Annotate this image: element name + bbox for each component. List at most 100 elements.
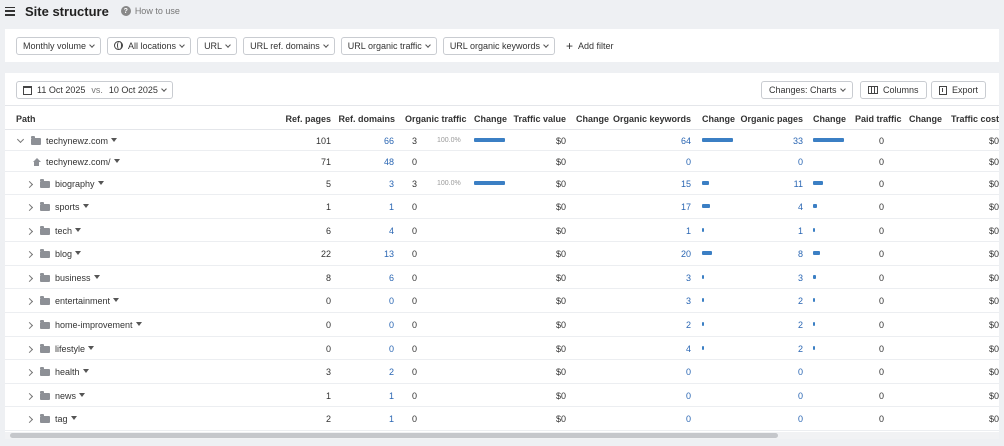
collapse-chevron-icon[interactable] (16, 135, 25, 143)
expand-chevron-icon[interactable] (25, 392, 34, 400)
path-label[interactable]: techynewz.com/ (46, 157, 111, 167)
path-cell[interactable]: home-improvement (25, 319, 142, 330)
table-row[interactable]: entertainment 0 0 0 $0 3 2 0 $0 (5, 289, 999, 313)
ref-domains-cell[interactable]: 48 (384, 157, 394, 167)
path-cell[interactable]: tech (25, 225, 82, 236)
path-label[interactable]: techynewz.com (46, 136, 108, 146)
add-filter-button[interactable]: + Add filter (566, 40, 614, 52)
table-row[interactable]: blog 22 13 0 $0 20 8 0 $0 (5, 242, 999, 266)
path-label[interactable]: blog (55, 249, 72, 259)
ref-domains-cell[interactable]: 1 (389, 414, 394, 424)
columns-button[interactable]: Columns (860, 81, 927, 99)
table-row[interactable]: health 3 2 0 $0 0 0 0 $0 (5, 360, 999, 384)
path-label[interactable]: business (55, 273, 91, 283)
organic-keywords-cell[interactable]: 0 (686, 414, 691, 424)
expand-chevron-icon[interactable] (25, 297, 34, 305)
path-menu-caret-icon[interactable] (111, 138, 118, 142)
path-menu-caret-icon[interactable] (113, 159, 120, 163)
organic-keywords-cell[interactable]: 0 (686, 157, 691, 167)
path-label[interactable]: tag (55, 414, 68, 424)
path-label[interactable]: lifestyle (55, 344, 85, 354)
expand-chevron-icon[interactable] (25, 345, 34, 353)
path-cell[interactable]: techynewz.com (16, 135, 118, 146)
date-range-picker[interactable]: 11 Oct 2025 vs. 10 Oct 2025 (16, 81, 173, 99)
organic-keywords-cell[interactable]: 1 (686, 226, 691, 236)
ref-domains-cell[interactable]: 4 (389, 226, 394, 236)
path-cell[interactable]: entertainment (25, 295, 120, 306)
path-cell[interactable]: lifestyle (25, 343, 95, 354)
ref-domains-cell[interactable]: 2 (389, 367, 394, 377)
table-row[interactable]: lifestyle 0 0 0 $0 4 2 0 $0 (5, 337, 999, 360)
col-header-organic-pages[interactable]: Organic pages (740, 114, 803, 124)
path-cell[interactable]: techynewz.com/ (32, 157, 120, 167)
filter-monthly-volume[interactable]: Monthly volume (16, 36, 102, 55)
path-menu-caret-icon[interactable] (135, 322, 142, 326)
ref-domains-cell[interactable]: 6 (389, 273, 394, 283)
col-header-traffic-change[interactable]: Change (474, 114, 507, 124)
col-header-value-change[interactable]: Change (576, 114, 609, 124)
ref-domains-cell[interactable]: 1 (389, 391, 394, 401)
table-row[interactable]: business 8 6 0 $0 3 3 0 $0 (5, 266, 999, 289)
col-header-paid-change[interactable]: Change (909, 114, 942, 124)
col-header-traffic-value[interactable]: Traffic value (513, 114, 566, 124)
organic-keywords-cell[interactable]: 17 (681, 202, 691, 212)
organic-keywords-cell[interactable]: 0 (686, 391, 691, 401)
changes-dropdown[interactable]: Changes: Charts (761, 81, 853, 99)
organic-pages-cell[interactable]: 0 (798, 391, 803, 401)
path-menu-caret-icon[interactable] (70, 416, 77, 420)
path-label[interactable]: home-improvement (55, 320, 133, 330)
path-cell[interactable]: blog (25, 248, 82, 259)
col-header-organic-keywords[interactable]: Organic keywords (613, 114, 691, 124)
expand-chevron-icon[interactable] (25, 368, 34, 376)
filter-url-organic-traffic[interactable]: URL organic traffic (340, 36, 437, 55)
organic-keywords-cell[interactable]: 4 (686, 344, 691, 354)
ref-domains-cell[interactable]: 66 (384, 136, 394, 146)
path-label[interactable]: entertainment (55, 296, 110, 306)
scrollbar-thumb[interactable] (10, 433, 778, 438)
path-menu-caret-icon[interactable] (93, 275, 100, 279)
how-to-use-link[interactable]: ? How to use (120, 6, 180, 16)
path-label[interactable]: biography (55, 179, 95, 189)
col-header-ref-pages[interactable]: Ref. pages (285, 114, 331, 124)
table-row[interactable]: biography 5 3 3 100.0% $0 15 11 0 $0 (5, 172, 999, 195)
table-row[interactable]: home-improvement 0 0 0 $0 2 2 0 $0 (5, 313, 999, 337)
ref-domains-cell[interactable]: 1 (389, 202, 394, 212)
path-label[interactable]: tech (55, 226, 72, 236)
hamburger-menu-icon[interactable] (5, 6, 15, 16)
organic-pages-cell[interactable]: 33 (793, 136, 803, 146)
organic-pages-cell[interactable]: 3 (798, 273, 803, 283)
path-menu-caret-icon[interactable] (82, 369, 89, 373)
expand-chevron-icon[interactable] (25, 203, 34, 211)
table-row[interactable]: techynewz.com 101 66 3 100.0% $0 64 33 0 $0 (5, 131, 999, 151)
col-header-paid-traffic[interactable]: Paid traffic (855, 114, 902, 124)
organic-pages-cell[interactable]: 0 (798, 157, 803, 167)
path-cell[interactable]: health (25, 366, 89, 377)
organic-pages-cell[interactable]: 4 (798, 202, 803, 212)
export-button[interactable]: Export (931, 81, 987, 99)
ref-domains-cell[interactable]: 0 (389, 296, 394, 306)
horizontal-scrollbar[interactable] (5, 432, 999, 439)
organic-pages-cell[interactable]: 8 (798, 249, 803, 259)
path-menu-caret-icon[interactable] (82, 204, 89, 208)
col-header-traffic-cost[interactable]: Traffic cost (951, 114, 999, 124)
expand-chevron-icon[interactable] (25, 250, 34, 258)
organic-pages-cell[interactable]: 11 (794, 179, 803, 189)
organic-keywords-cell[interactable]: 20 (681, 249, 691, 259)
path-menu-caret-icon[interactable] (88, 346, 95, 350)
path-cell[interactable]: business (25, 272, 100, 283)
organic-pages-cell[interactable]: 0 (798, 367, 803, 377)
path-menu-caret-icon[interactable] (75, 228, 82, 232)
organic-pages-cell[interactable]: 2 (798, 296, 803, 306)
ref-domains-cell[interactable]: 13 (384, 249, 394, 259)
col-header-organic-traffic[interactable]: Organic traffic (405, 114, 467, 124)
organic-keywords-cell[interactable]: 3 (686, 296, 691, 306)
path-menu-caret-icon[interactable] (79, 393, 86, 397)
path-menu-caret-icon[interactable] (75, 251, 82, 255)
organic-keywords-cell[interactable]: 2 (686, 320, 691, 330)
col-header-ref-domains[interactable]: Ref. domains (338, 114, 395, 124)
path-menu-caret-icon[interactable] (113, 298, 120, 302)
organic-keywords-cell[interactable]: 15 (681, 179, 691, 189)
filter-all-locations[interactable]: All locations (107, 36, 192, 55)
filter-url-ref-domains[interactable]: URL ref. domains (243, 36, 335, 55)
path-cell[interactable]: news (25, 390, 86, 401)
